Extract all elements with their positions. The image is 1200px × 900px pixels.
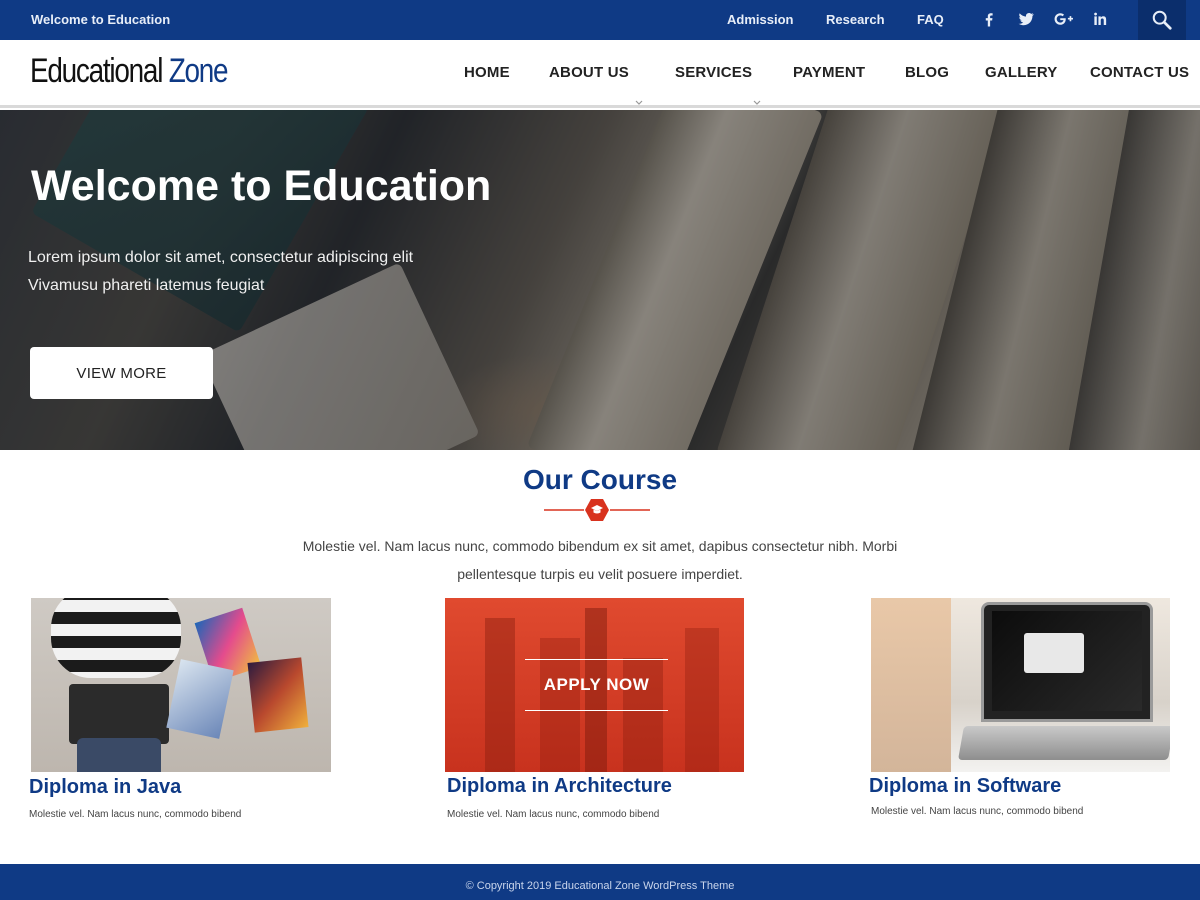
course-image-architecture[interactable]: APPLY NOW: [445, 598, 744, 772]
nav-contact-us[interactable]: CONTACT US: [1090, 64, 1189, 81]
chevron-down-icon[interactable]: [752, 95, 762, 105]
graduation-cap-icon: [544, 499, 650, 521]
section-title: Our Course: [522, 464, 678, 495]
dialog-image: [1024, 633, 1084, 673]
copyright-text: © Copyright 2019 Educational Zone WordPr…: [465, 880, 735, 892]
course-title-software[interactable]: Diploma in Software: [869, 775, 1061, 798]
section-description: Molestie vel. Nam lacus nunc, commodo bi…: [250, 532, 950, 588]
nav-about-us[interactable]: ABOUT US: [549, 64, 629, 81]
course-text-java: Molestie vel. Nam lacus nunc, commodo bi…: [29, 809, 242, 820]
course-text-architecture: Molestie vel. Nam lacus nunc, commodo bi…: [447, 809, 660, 820]
jeans-image: [77, 738, 161, 772]
faq-link[interactable]: FAQ: [917, 12, 944, 27]
book-image: [247, 657, 309, 733]
hero-subtitle: Lorem ipsum dolor sit amet, consectetur …: [28, 244, 413, 300]
laptop-screen-image: [981, 602, 1153, 722]
google-plus-icon[interactable]: [1053, 10, 1077, 30]
main-header: Educational Zone HOME ABOUT US SERVICES …: [0, 40, 1200, 108]
facebook-icon[interactable]: [980, 10, 1000, 30]
nav-gallery[interactable]: GALLERY: [985, 64, 1058, 81]
window-image: [871, 598, 951, 772]
view-more-button[interactable]: VIEW MORE: [30, 347, 213, 399]
logo-text-zone: Zone: [168, 52, 229, 90]
building-image: [685, 628, 719, 772]
research-link[interactable]: Research: [826, 12, 885, 27]
chevron-down-icon[interactable]: [634, 95, 644, 105]
course-title-architecture[interactable]: Diploma in Architecture: [447, 775, 672, 798]
search-icon: [1152, 10, 1172, 30]
linkedin-icon[interactable]: [1091, 10, 1111, 30]
laptop-image: [69, 684, 169, 744]
nav-payment[interactable]: PAYMENT: [793, 64, 865, 81]
hero-banner: Welcome to Education Lorem ipsum dolor s…: [0, 110, 1200, 450]
nav-home[interactable]: HOME: [464, 64, 510, 81]
hero-subtitle-line-2: Vivamusu phareti latemus feugiat: [28, 277, 265, 294]
welcome-text: Welcome to Education: [31, 12, 171, 27]
apply-now-button[interactable]: APPLY NOW: [525, 659, 668, 711]
laptop-keyboard-image: [958, 726, 1170, 760]
nav-services[interactable]: SERVICES: [675, 64, 752, 81]
hero-title: Welcome to Education: [31, 162, 492, 210]
sweater-image: [51, 598, 181, 678]
section-description-line-2: pellentesque turpis eu velit posuere imp…: [457, 566, 743, 582]
course-image-java[interactable]: [31, 598, 331, 772]
top-bar: Welcome to Education Admission Research …: [0, 0, 1200, 40]
section-description-line-1: Molestie vel. Nam lacus nunc, commodo bi…: [302, 538, 898, 554]
logo-text-educational: Educational: [30, 52, 163, 90]
nav-blog[interactable]: BLOG: [905, 64, 949, 81]
site-logo[interactable]: Educational Zone: [30, 52, 229, 91]
building-image: [485, 618, 515, 772]
course-image-software[interactable]: [871, 598, 1170, 772]
course-title-java[interactable]: Diploma in Java: [29, 776, 181, 799]
course-text-software: Molestie vel. Nam lacus nunc, commodo bi…: [871, 806, 1084, 817]
admission-link[interactable]: Admission: [727, 12, 793, 27]
site-footer: © Copyright 2019 Educational Zone WordPr…: [0, 864, 1200, 900]
book-image: [166, 659, 234, 739]
hero-subtitle-line-1: Lorem ipsum dolor sit amet, consectetur …: [28, 249, 414, 266]
twitter-icon[interactable]: [1017, 10, 1037, 30]
search-button[interactable]: [1138, 0, 1186, 40]
